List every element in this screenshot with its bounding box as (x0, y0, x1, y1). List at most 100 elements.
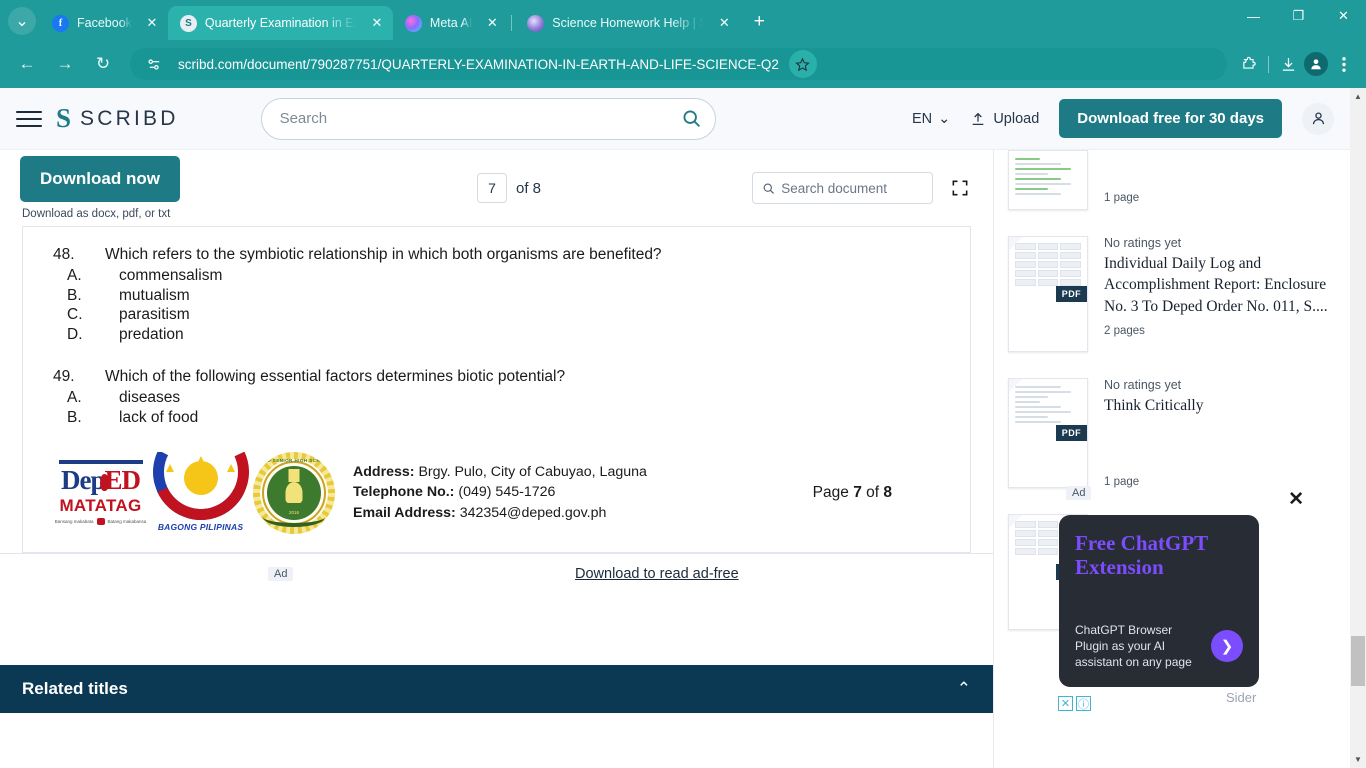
matatag-sub-left: Bansang makabata (54, 519, 94, 525)
kebab-menu-icon[interactable] (1330, 50, 1358, 78)
new-tab-button[interactable]: + (746, 9, 772, 35)
ad-card-body: ChatGPT Browser Plugin as your AI assist… (1075, 622, 1192, 669)
deped-word-dep: Dep (60, 465, 105, 496)
rail-item-title[interactable]: Think Critically (1104, 395, 1336, 416)
download-free-trial-button[interactable]: Download free for 30 days (1059, 99, 1282, 138)
bagong-pilipinas-logo: BAGONG PILIPINAS (148, 451, 253, 534)
language-selector[interactable]: EN ⌄ (912, 111, 950, 127)
reload-icon[interactable]: ↻ (88, 49, 118, 79)
address-label: Address: (353, 463, 415, 480)
back-icon[interactable]: ← (12, 49, 42, 79)
maximize-button[interactable]: ❐ (1276, 0, 1321, 32)
list-item[interactable]: 1 page (1008, 150, 1336, 224)
page-total: 8 (883, 483, 892, 501)
expand-icon[interactable] (947, 175, 973, 201)
question-number: 48. (53, 246, 75, 263)
address-bar[interactable]: scribd.com/document/790287751/QUARTERLY-… (130, 48, 1227, 80)
rail-item-meta: No ratings yet Individual Daily Log and … (1104, 236, 1336, 352)
minimize-button[interactable]: — (1231, 0, 1276, 32)
tab-search-chevron-icon[interactable]: ⌄ (8, 7, 36, 35)
ad-close-icon[interactable]: ✕ (1288, 488, 1304, 511)
rail-item-rating: No ratings yet (1104, 378, 1182, 392)
question-text: Which of the following essential factors… (105, 368, 566, 386)
search-document-wrap[interactable] (752, 172, 933, 204)
document-thumbnail[interactable] (1008, 150, 1088, 210)
option-row: A. commensalism (53, 266, 940, 286)
browser-tab-scribd[interactable]: S Quarterly Examination in Earth a ✕ (167, 6, 393, 40)
page-navigator: 7 of 8 (477, 173, 541, 203)
page-total-label: of 8 (516, 179, 542, 197)
page-prefix: Page (812, 483, 849, 501)
toolbar-divider (1268, 55, 1269, 73)
option-label: A. (67, 266, 82, 284)
facebook-icon: f (52, 14, 69, 32)
chatgpt-ad-card[interactable]: Free ChatGPT Extension ChatGPT Browser P… (1059, 515, 1259, 687)
search-input[interactable] (279, 110, 675, 127)
bagong-pilipinas-caption: BAGONG PILIPINAS (157, 521, 244, 532)
tab-close-icon[interactable]: ✕ (369, 15, 385, 31)
list-item[interactable]: PDF No ratings yet Individual Daily Log … (1008, 224, 1336, 366)
address-value: Brgy. Pulo, City of Cabuyao, Laguna (418, 463, 647, 480)
search-input-wrap[interactable] (260, 97, 716, 140)
omnibox-bar: ← → ↻ scribd.com/document/790287751/QUAR… (0, 40, 1366, 88)
close-window-button[interactable]: ✕ (1321, 0, 1366, 32)
option-text: lack of food (119, 408, 199, 426)
tab-close-icon[interactable]: ✕ (484, 15, 500, 31)
scribd-logo[interactable]: S SCRIBD (56, 105, 179, 132)
hamburger-icon[interactable] (16, 109, 42, 129)
scrollbar-thumb[interactable] (1351, 636, 1365, 686)
profile-avatar-icon[interactable] (1302, 50, 1330, 78)
document-thumbnail[interactable]: PDF (1008, 236, 1088, 352)
page-number-input[interactable]: 7 (477, 173, 507, 203)
browser-tab-meta-ai[interactable]: Meta AI ✕ (393, 6, 508, 40)
forward-icon[interactable]: → (50, 49, 80, 79)
option-text: parasitism (119, 306, 190, 324)
browser-chrome: ⌄ f Facebook ✕ S Quarterly Examination i… (0, 0, 1366, 88)
option-label: B. (67, 408, 82, 426)
tab-close-icon[interactable]: ✕ (144, 15, 160, 31)
scroll-up-icon[interactable]: ▲ (1350, 88, 1366, 105)
header-right-group: EN ⌄ Upload Download free for 30 days (912, 99, 1334, 138)
search-document-input[interactable] (781, 180, 923, 196)
rail-item-title[interactable]: Individual Daily Log and Accomplishment … (1104, 253, 1336, 317)
download-icon[interactable] (1274, 50, 1302, 78)
search-icon[interactable] (675, 102, 709, 136)
chevron-up-icon[interactable]: ⌃ (957, 679, 971, 699)
browser-tab-science-help[interactable]: Science Homework Help | Study ✕ (515, 6, 740, 40)
option-text: mutualism (119, 286, 190, 304)
option-row: B. lack of food (53, 408, 940, 428)
download-ad-free-link[interactable]: Download to read ad-free (575, 566, 739, 582)
document-thumbnail[interactable]: PDF (1008, 378, 1088, 488)
option-row: D. predation (53, 325, 940, 345)
document-page-counter: Page 7 of 8 (813, 484, 892, 502)
page-number: 7 (853, 483, 862, 501)
matatag-subtitle: Bansang makabata Batang makabansa (54, 518, 146, 526)
rail-item-rating: No ratings yet (1104, 236, 1182, 250)
list-item[interactable]: PDF No ratings yet Think Critically 1 pa… (1008, 366, 1336, 502)
question-48: 48. Which refers to the symbiotic relati… (53, 245, 940, 345)
upload-button[interactable]: Upload (970, 111, 1039, 127)
star-icon[interactable] (788, 50, 817, 78)
document-search-group (752, 172, 973, 204)
download-now-block: Download now Download as docx, pdf, or t… (20, 156, 240, 220)
page-scrollbar[interactable]: ▲ ▼ (1350, 88, 1366, 768)
rail-item-pages: 1 page (1104, 476, 1140, 489)
tab-close-icon[interactable]: ✕ (716, 15, 732, 31)
ad-info-icon[interactable]: ⓘ (1076, 696, 1091, 711)
puzzle-icon[interactable] (1235, 50, 1263, 78)
browser-tab-facebook[interactable]: f Facebook ✕ (40, 6, 168, 40)
download-now-button[interactable]: Download now (20, 156, 180, 202)
scroll-down-icon[interactable]: ▼ (1350, 751, 1366, 768)
search-icon (763, 182, 774, 194)
site-settings-icon[interactable] (140, 50, 168, 78)
page-mid: of (866, 483, 880, 501)
meta-ai-icon (404, 14, 422, 32)
ad-dismiss-icon[interactable]: ✕ (1058, 696, 1073, 711)
account-button[interactable] (1302, 102, 1334, 135)
url-text: scribd.com/document/790287751/QUARTERLY-… (178, 56, 779, 72)
upload-label: Upload (993, 110, 1040, 127)
related-titles-bar[interactable]: Related titles ⌃ (0, 665, 993, 713)
deped-matatag-logo: DepED MATATAG Bansang makabata Batang ma… (53, 451, 148, 534)
chevron-right-icon[interactable]: ❯ (1211, 629, 1243, 662)
ad-label: Ad (268, 567, 294, 581)
